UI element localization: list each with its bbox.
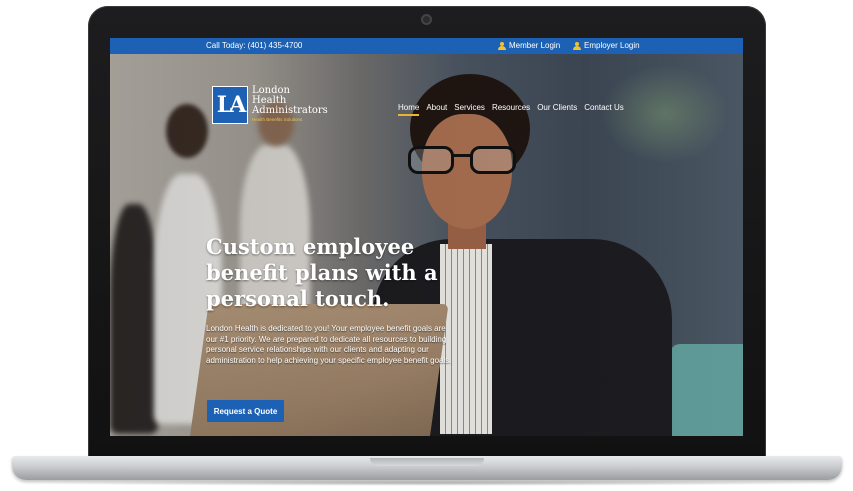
hero-headline: Custom employee benefit plans with a per… — [206, 234, 466, 312]
employer-login-label: Employer Login — [584, 41, 640, 50]
request-quote-button[interactable]: Request a Quote — [207, 400, 284, 422]
logo-line-3: Administrators — [252, 105, 328, 116]
top-bar: Call Today: (401) 435-4700 Member Login … — [110, 38, 743, 54]
user-icon — [498, 41, 506, 50]
nav-item-contact-us[interactable]: Contact Us — [584, 103, 624, 116]
laptop-shadow — [30, 480, 825, 486]
hero-photo: LA London Health Administrators Health B… — [110, 54, 743, 436]
member-login-label: Member Login — [509, 41, 561, 50]
main-nav: Home About Services Resources Our Client… — [398, 103, 624, 116]
hero-description: London Health is dedicated to you! Your … — [206, 324, 452, 365]
site-logo[interactable]: LA London Health Administrators Health B… — [212, 86, 328, 124]
nav-item-about[interactable]: About — [426, 103, 447, 116]
logo-mark: LA — [212, 86, 248, 124]
laptop-notch — [370, 458, 484, 466]
member-login-link[interactable]: Member Login — [498, 41, 560, 50]
logo-tagline: Health Benefits Solutions — [252, 117, 303, 122]
user-icon — [573, 41, 581, 50]
nav-item-resources[interactable]: Resources — [492, 103, 530, 116]
headline-line-3: personal touch. — [206, 286, 390, 311]
nav-item-services[interactable]: Services — [454, 103, 485, 116]
nav-item-home[interactable]: Home — [398, 103, 420, 116]
logo-wordmark: London Health Administrators Health Bene… — [252, 86, 328, 123]
headline-line-1: Custom employee — [206, 234, 415, 259]
headline-line-2: benefit plans with a — [206, 260, 438, 285]
nav-item-our-clients[interactable]: Our Clients — [537, 103, 577, 116]
employer-login-link[interactable]: Employer Login — [573, 41, 640, 50]
laptop-screen: LA London Health Administrators Health B… — [110, 38, 743, 436]
phone-number[interactable]: Call Today: (401) 435-4700 — [206, 41, 302, 50]
webcam-icon — [421, 14, 432, 25]
